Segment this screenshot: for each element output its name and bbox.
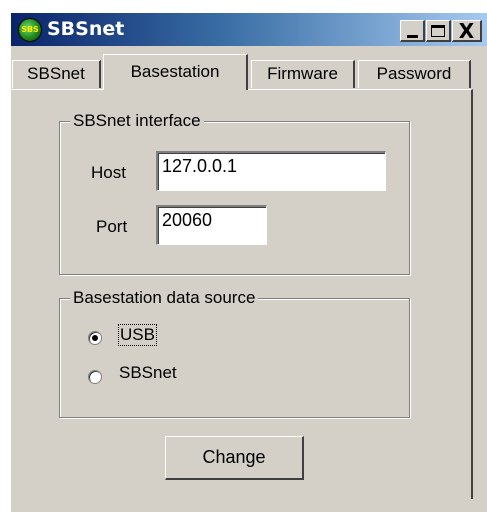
port-label: Port (96, 217, 128, 236)
host-input[interactable]: 127.0.0.1 (156, 151, 386, 191)
radio-selected-dot (92, 335, 98, 341)
data-source-group: Basestation data source (59, 288, 410, 418)
usb-radio[interactable] (88, 331, 102, 345)
title-bar[interactable]: SBS SBSnet X (11, 13, 487, 46)
port-input[interactable]: 20060 (156, 205, 267, 245)
maximize-button[interactable] (426, 20, 451, 42)
tab-sbsnet[interactable]: SBSnet (12, 60, 101, 88)
minimize-icon (406, 34, 418, 38)
sbsnet-interface-legend: SBSnet interface (70, 111, 204, 131)
tab-firmware[interactable]: Firmware (251, 60, 355, 88)
app-logo-icon[interactable]: SBS (18, 18, 42, 42)
usb-radio-label[interactable]: USB (118, 324, 157, 346)
sbsnet-radio[interactable] (88, 370, 102, 384)
sbsnet-interface-group: SBSnet interface (59, 111, 410, 275)
change-button[interactable]: Change (165, 436, 304, 480)
close-button[interactable]: X (452, 20, 482, 42)
minimize-button[interactable] (400, 20, 425, 42)
data-source-legend: Basestation data source (70, 288, 259, 308)
tab-password[interactable]: Password (358, 60, 471, 88)
sbsnet-radio-label[interactable]: SBSnet (119, 363, 177, 383)
app-logo-text: SBS (21, 25, 39, 34)
tab-basestation[interactable]: Basestation (103, 54, 248, 90)
tab-strip: SBSnet Basestation Firmware Password (0, 54, 487, 90)
host-label: Host (91, 163, 126, 182)
maximize-icon (431, 24, 445, 37)
close-icon: X (458, 18, 475, 43)
window-title: SBSnet (47, 18, 125, 40)
